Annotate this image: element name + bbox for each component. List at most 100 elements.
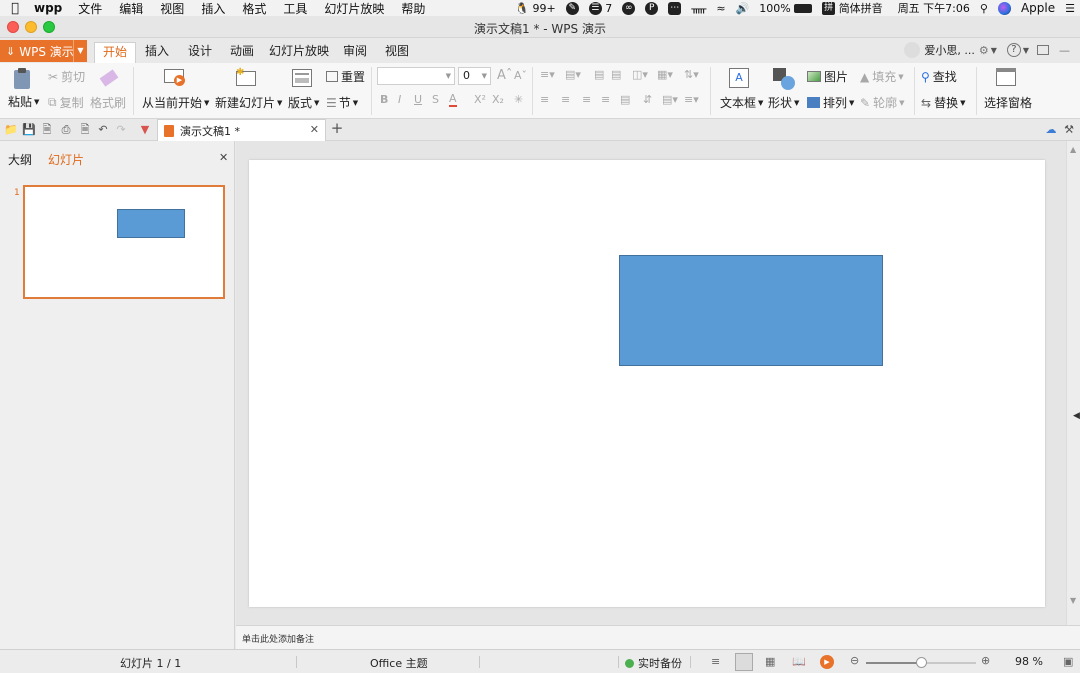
menu-view[interactable]: 视图 bbox=[160, 0, 184, 17]
print-icon[interactable]: ⎙ bbox=[59, 123, 73, 137]
tab-slides[interactable]: 幻灯片 bbox=[48, 151, 84, 168]
siri-icon[interactable] bbox=[997, 1, 1011, 15]
redo-icon[interactable]: ↷ bbox=[114, 123, 128, 137]
p-app-icon[interactable]: P bbox=[645, 1, 659, 15]
shape-button[interactable]: 形状 ▼ bbox=[768, 94, 799, 111]
paste-button[interactable]: 粘贴 ▼ bbox=[8, 93, 39, 110]
decrease-font-icon[interactable]: Aˇ bbox=[514, 69, 527, 82]
menu-tools[interactable]: 工具 bbox=[283, 0, 307, 17]
align-center-icon[interactable]: ≡ bbox=[561, 93, 570, 106]
scroll-down-icon[interactable]: ▼ bbox=[1070, 596, 1076, 605]
chevron-down-icon[interactable]: ▼ bbox=[991, 46, 997, 55]
realtime-backup[interactable]: 实时备份 bbox=[625, 655, 682, 671]
tab-animation[interactable]: 动画 bbox=[224, 42, 260, 63]
volume-icon[interactable]: 🔊 bbox=[736, 2, 750, 15]
arrange-button[interactable]: 排列 ▼ bbox=[807, 94, 854, 111]
paragraph-spacing-icon[interactable]: ⇵ bbox=[643, 93, 652, 106]
notes-toggle-icon[interactable]: ≡ bbox=[711, 655, 720, 668]
menu-edit[interactable]: 编辑 bbox=[119, 0, 143, 17]
slide-thumbnail[interactable] bbox=[23, 185, 225, 299]
user-menu[interactable]: Apple bbox=[1021, 1, 1055, 15]
app-menu[interactable]: wpp bbox=[34, 1, 62, 15]
close-pane-icon[interactable]: ✕ bbox=[219, 151, 228, 164]
reading-view-icon[interactable]: 📖 bbox=[792, 655, 806, 668]
cut-button[interactable]: ✂ 剪切 bbox=[48, 68, 85, 85]
menu-help[interactable]: 帮助 bbox=[401, 0, 425, 17]
tab-view[interactable]: 视图 bbox=[379, 42, 415, 63]
italic-icon[interactable]: I bbox=[398, 93, 401, 106]
tab-home[interactable]: 开始 bbox=[94, 42, 136, 63]
menu-file[interactable]: 文件 bbox=[78, 0, 102, 17]
wps-menu-button[interactable]: ⇓ WPS 演示 ▼ bbox=[0, 40, 87, 62]
undo-icon[interactable]: ↶ bbox=[96, 123, 110, 137]
layout-button[interactable]: 版式 ▼ bbox=[288, 94, 319, 111]
increase-indent-icon[interactable]: ▤ bbox=[611, 68, 621, 81]
rectangle-shape[interactable] bbox=[619, 255, 883, 366]
font-size-select[interactable]: 0 ▼ bbox=[458, 67, 491, 85]
creative-cloud-icon[interactable]: ∞ bbox=[622, 1, 636, 15]
align-right-icon[interactable]: ≡ bbox=[582, 93, 591, 106]
select-pane-icon[interactable] bbox=[996, 68, 1018, 90]
tab-review[interactable]: 审阅 bbox=[337, 42, 373, 63]
play-from-current-icon[interactable]: ▶ bbox=[164, 67, 186, 89]
menu-insert[interactable]: 插入 bbox=[201, 0, 225, 17]
print-preview-icon[interactable]: 🗎 bbox=[78, 123, 92, 137]
play-slideshow-icon[interactable]: ▶ bbox=[820, 655, 834, 669]
tab-slideshow[interactable]: 幻灯片放映 bbox=[267, 42, 331, 63]
font-family-select[interactable]: ▼ bbox=[377, 67, 455, 85]
avatar[interactable] bbox=[904, 42, 921, 58]
align-left-icon[interactable]: ≡ bbox=[540, 93, 549, 106]
minimize-ribbon-icon[interactable]: — bbox=[1059, 44, 1070, 57]
zoom-in-icon[interactable]: ⊕ bbox=[981, 654, 990, 667]
select-pane-button[interactable]: 选择窗格 bbox=[984, 94, 1032, 111]
zoom-percent[interactable]: 98 % bbox=[1015, 655, 1043, 668]
format-painter-icon[interactable] bbox=[97, 67, 119, 89]
shadow-text-icon[interactable]: S bbox=[432, 93, 439, 106]
chat-icon[interactable]: ⋯ bbox=[668, 1, 682, 15]
section-button[interactable]: ☰ 节 ▼ bbox=[326, 94, 358, 111]
text-direction-icon[interactable]: ▦▾ bbox=[657, 68, 673, 81]
play-from-current-button[interactable]: 从当前开始 ▼ bbox=[142, 94, 209, 111]
menu-format[interactable]: 格式 bbox=[242, 0, 266, 17]
spotlight-search-icon[interactable]: ⚲ bbox=[980, 2, 988, 15]
pen-icon[interactable]: ✎ bbox=[565, 1, 579, 15]
save-icon[interactable]: 💾 bbox=[22, 123, 36, 137]
columns-icon[interactable]: ◫▾ bbox=[632, 68, 648, 81]
slide-sorter-icon[interactable]: ▦ bbox=[765, 655, 775, 668]
list-options-icon[interactable]: ≡▾ bbox=[684, 93, 699, 106]
notes-area[interactable]: 单击此处添加备注 bbox=[236, 625, 1080, 649]
paste-icon[interactable] bbox=[11, 68, 33, 90]
document-tab[interactable]: 演示文稿1 * ✕ bbox=[157, 119, 326, 141]
fit-window-icon[interactable]: ▣ bbox=[1063, 655, 1073, 668]
new-slide-button[interactable]: 新建幻灯片 ▼ bbox=[215, 94, 282, 111]
notes-status[interactable]: ☰ 7 bbox=[588, 1, 612, 15]
open-folder-icon[interactable]: 📁 bbox=[4, 123, 18, 137]
qq-status[interactable]: 🐧 99+ bbox=[515, 2, 555, 15]
export-pdf-icon[interactable]: 🗎 bbox=[40, 123, 54, 137]
close-tab-icon[interactable]: ✕ bbox=[310, 123, 319, 136]
picture-button[interactable]: 图片 bbox=[807, 68, 848, 85]
fill-button[interactable]: ▲ 填充 ▼ bbox=[860, 68, 904, 85]
clock[interactable]: 周五 下午7:06 bbox=[898, 0, 970, 16]
scroll-up-icon[interactable]: ▲ bbox=[1070, 145, 1076, 154]
notification-center-icon[interactable]: ☰ bbox=[1065, 2, 1075, 15]
format-painter-button[interactable]: 格式刷 bbox=[90, 94, 126, 111]
help-icon[interactable]: ? bbox=[1006, 43, 1021, 57]
outline-button[interactable]: ✎ 轮廓 ▼ bbox=[860, 94, 904, 111]
theme-name[interactable]: Office 主题 bbox=[370, 655, 428, 671]
decrease-indent-icon[interactable]: ▤ bbox=[594, 68, 604, 81]
reset-button[interactable]: 重置 bbox=[326, 68, 365, 85]
collapse-ribbon-icon[interactable] bbox=[1037, 45, 1049, 55]
clear-format-icon[interactable]: ✳ bbox=[514, 93, 523, 106]
zoom-slider-handle[interactable] bbox=[916, 657, 927, 668]
chevron-down-icon[interactable]: ▼ bbox=[1023, 46, 1029, 55]
find-button[interactable]: ⚲ 查找 bbox=[921, 68, 957, 85]
justify-icon[interactable]: ≡ bbox=[601, 93, 610, 106]
cloud-icon[interactable]: ☁ bbox=[1044, 123, 1058, 137]
menu-slideshow[interactable]: 幻灯片放映 bbox=[324, 0, 384, 17]
subscript-icon[interactable]: X₂ bbox=[492, 93, 504, 106]
input-method[interactable]: 拼 简体拼音 bbox=[822, 0, 883, 16]
distribute-icon[interactable]: ▤ bbox=[620, 93, 630, 106]
shape-icon[interactable] bbox=[773, 68, 795, 90]
replace-button[interactable]: ⇆ 替换 ▼ bbox=[921, 94, 965, 111]
